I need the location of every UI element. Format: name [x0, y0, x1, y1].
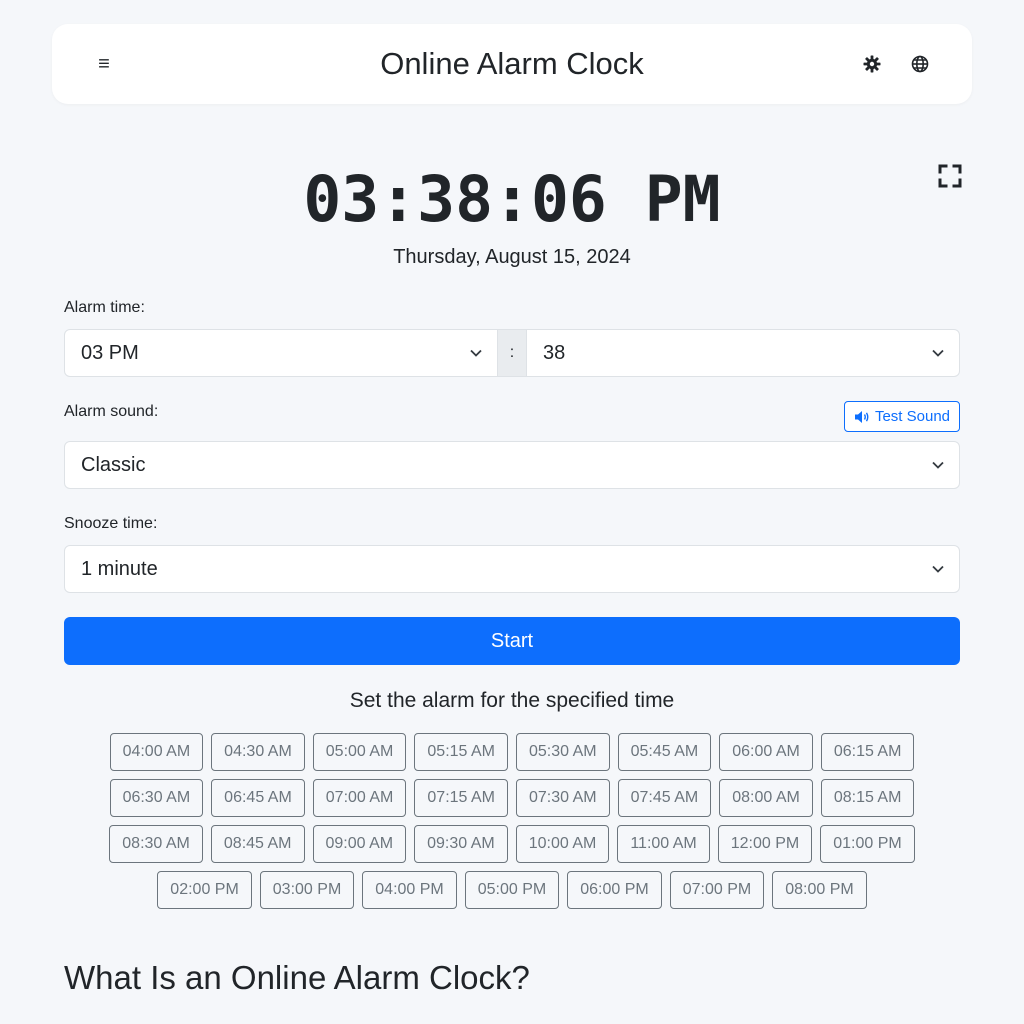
top-navbar: ≡ Online Alarm Clock — [52, 24, 972, 104]
snooze-select[interactable]: 1 minute — [64, 545, 960, 593]
preset-time-button[interactable]: 06:30 AM — [109, 779, 204, 817]
preset-time-button[interactable]: 03:00 PM — [259, 871, 355, 909]
chevron-down-icon — [932, 349, 944, 357]
chevron-down-icon — [932, 565, 944, 573]
preset-time-button[interactable]: 05:00 AM — [312, 733, 407, 771]
start-button[interactable]: Start — [64, 617, 960, 665]
preset-time-button[interactable]: 08:00 PM — [772, 871, 867, 909]
preset-time-button[interactable]: 07:30 AM — [516, 779, 610, 817]
preset-time-button[interactable]: 02:00 PM — [157, 871, 252, 909]
time-separator: : — [497, 329, 527, 377]
preset-time-button[interactable]: 10:00 AM — [515, 825, 610, 863]
test-sound-label: Test Sound — [874, 408, 951, 425]
current-date: Thursday, August 15, 2024 — [393, 246, 631, 268]
preset-time-button[interactable]: 01:00 PM — [820, 825, 915, 863]
preset-time-button[interactable]: 05:15 AM — [414, 733, 508, 771]
app-title: Online Alarm Clock — [380, 46, 644, 81]
preset-time-button[interactable]: 06:00 AM — [719, 733, 813, 771]
preset-time-button[interactable]: 09:30 AM — [414, 825, 508, 863]
hour-select[interactable]: 03 PM — [64, 329, 498, 377]
speaker-icon — [854, 410, 869, 423]
sound-select[interactable]: Classic — [64, 441, 960, 489]
preset-time-button[interactable]: 07:00 PM — [669, 871, 765, 909]
preset-time-button[interactable]: 05:45 AM — [617, 733, 712, 771]
preset-row: 08:30 AM 08:45 AM 09:00 AM 09:30 AM 10:0… — [0, 825, 1024, 863]
preset-row: 06:30 AM 06:45 AM 07:00 AM 07:15 AM 07:3… — [0, 779, 1024, 817]
preset-row: 04:00 AM 04:30 AM 05:00 AM 05:15 AM 05:3… — [0, 733, 1024, 771]
preset-time-button[interactable]: 08:30 AM — [109, 825, 203, 863]
gear-icon[interactable] — [860, 52, 884, 76]
alarm-sound-label: Alarm sound: — [64, 403, 159, 420]
preset-row: 02:00 PM 03:00 PM 04:00 PM 05:00 PM 06:0… — [0, 871, 1024, 909]
preset-time-button[interactable]: 08:45 AM — [210, 825, 305, 863]
minute-select[interactable]: 38 — [526, 329, 960, 377]
section-heading: What Is an Online Alarm Clock? — [64, 959, 530, 996]
sound-select-value: Classic — [81, 454, 146, 476]
preset-time-button[interactable]: 04:00 AM — [109, 733, 204, 771]
preset-time-button[interactable]: 04:00 PM — [362, 871, 457, 909]
preset-time-button[interactable]: 08:00 AM — [719, 779, 813, 817]
alarm-time-label: Alarm time: — [64, 299, 145, 316]
chevron-down-icon — [932, 461, 944, 469]
preset-time-button[interactable]: 06:00 PM — [567, 871, 662, 909]
test-sound-button[interactable]: Test Sound — [844, 401, 960, 432]
presets-title: Set the alarm for the specified time — [349, 689, 675, 712]
preset-time-button[interactable]: 08:15 AM — [820, 779, 915, 817]
preset-time-button[interactable]: 06:45 AM — [211, 779, 305, 817]
globe-icon[interactable] — [908, 52, 932, 76]
minute-select-value: 38 — [543, 342, 566, 364]
preset-time-button[interactable]: 04:30 AM — [211, 733, 305, 771]
chevron-down-icon — [470, 349, 482, 357]
hour-select-value: 03 PM — [81, 342, 139, 364]
preset-time-button[interactable]: 05:00 PM — [464, 871, 560, 909]
preset-time-button[interactable]: 06:15 AM — [820, 733, 915, 771]
preset-time-button[interactable]: 05:30 AM — [516, 733, 610, 771]
preset-time-button[interactable]: 07:00 AM — [312, 779, 407, 817]
preset-time-button[interactable]: 07:45 AM — [617, 779, 712, 817]
snooze-time-label: Snooze time: — [64, 515, 158, 532]
preset-time-button[interactable]: 12:00 PM — [717, 825, 813, 863]
preset-time-button[interactable]: 11:00 AM — [617, 825, 710, 863]
snooze-select-value: 1 minute — [81, 558, 158, 580]
current-time-display: 03:38:06 PM — [303, 163, 721, 236]
preset-time-button[interactable]: 09:00 AM — [312, 825, 407, 863]
menu-icon[interactable]: ≡ — [92, 49, 116, 79]
preset-time-button[interactable]: 07:15 AM — [414, 779, 508, 817]
